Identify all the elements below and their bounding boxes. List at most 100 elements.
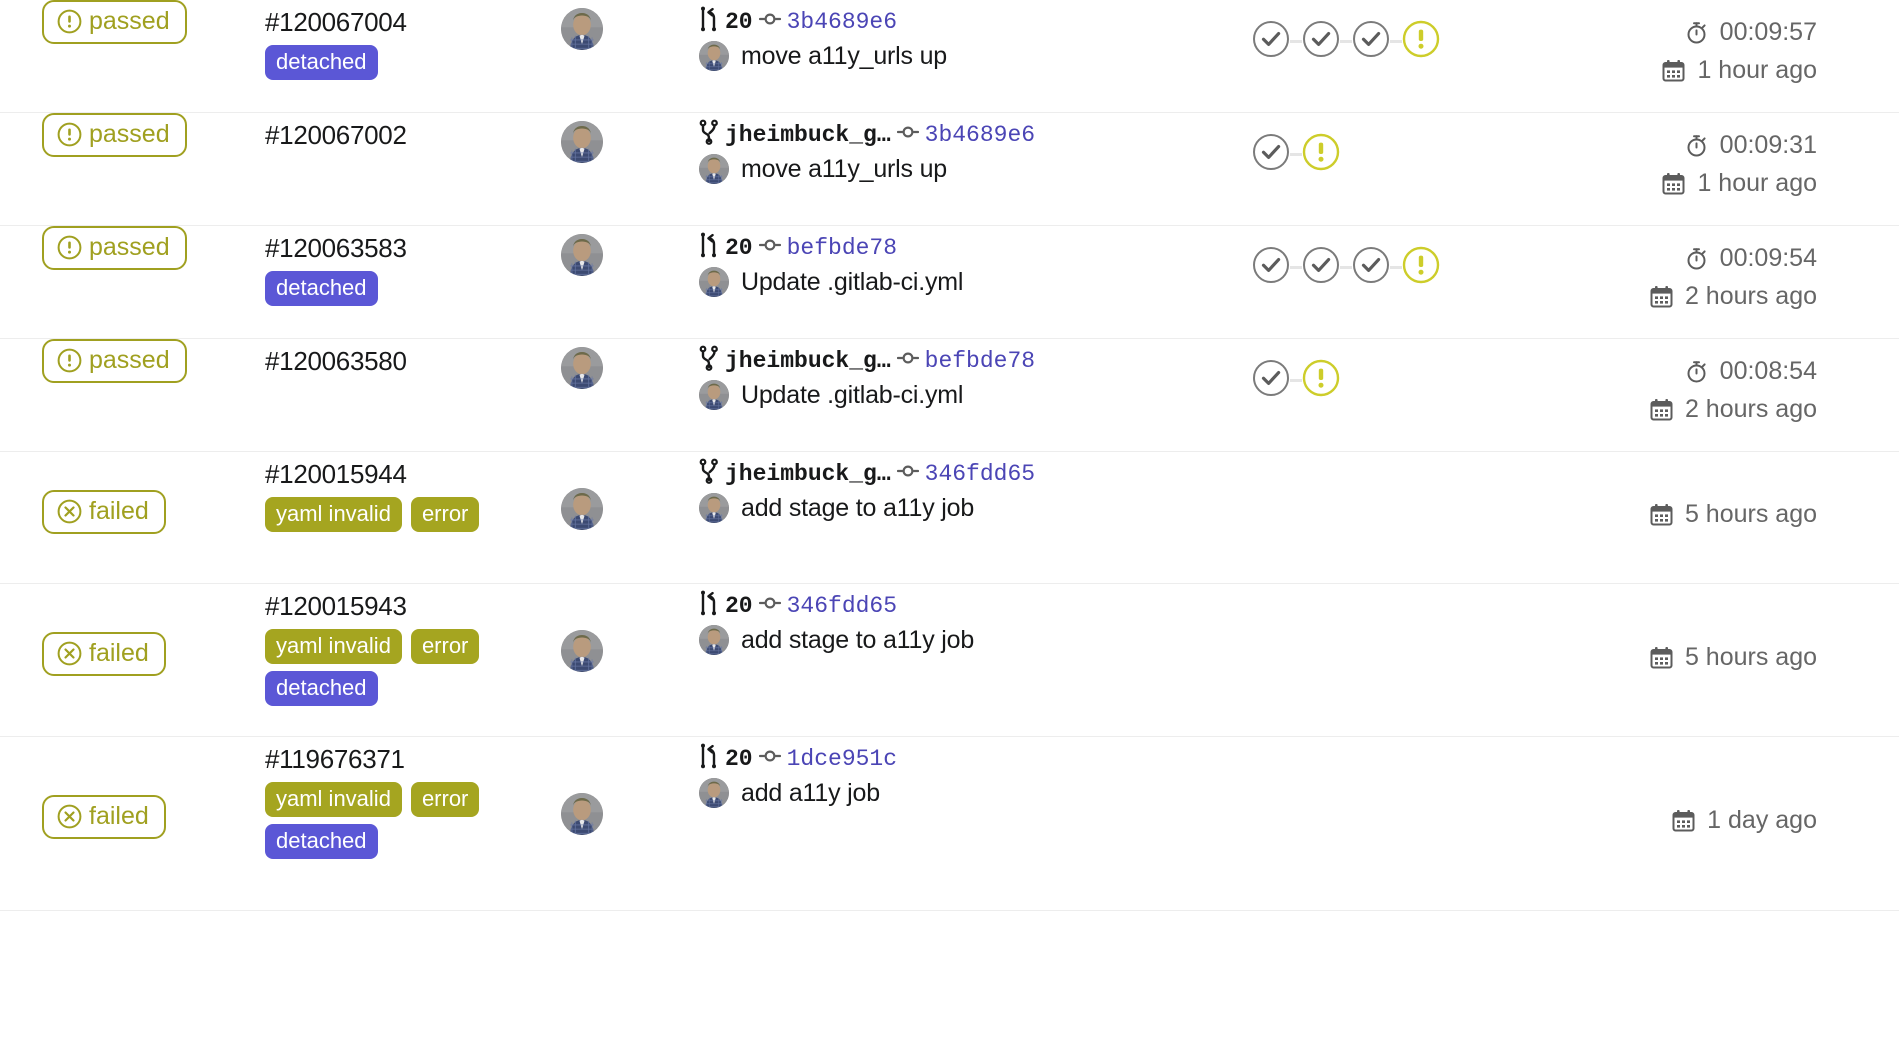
finished-line: 2 hours ago <box>1547 278 1817 316</box>
timing-cell: 1 day ago <box>1547 737 1899 840</box>
pipeline-id-link[interactable]: #120015943 <box>265 591 407 621</box>
status-badge[interactable]: failed <box>42 490 166 534</box>
ref-link[interactable]: 20 <box>725 9 753 35</box>
duration-text: 00:09:31 <box>1720 127 1817 165</box>
avatar[interactable] <box>561 121 603 163</box>
pipeline-id-cell: #120015943 yaml invalid error detached <box>265 584 509 706</box>
stage-connector <box>1290 266 1302 269</box>
stage-status-success-icon[interactable] <box>1252 246 1290 289</box>
commit-author-avatar[interactable] <box>699 625 729 655</box>
pipeline-id-link[interactable]: #120063580 <box>265 346 407 376</box>
pipeline-tag[interactable]: detached <box>265 824 378 859</box>
stage-connector <box>1390 266 1402 269</box>
stage-status-success-icon[interactable] <box>1352 20 1390 63</box>
table-row[interactable]: passed #120063580 <box>0 339 1899 452</box>
pipeline-id-link[interactable]: #119676371 <box>265 744 405 774</box>
finished-text: 1 hour ago <box>1697 165 1817 203</box>
ref-link[interactable]: 20 <box>725 235 753 261</box>
stage-status-success-icon[interactable] <box>1302 246 1340 289</box>
finished-text: 2 hours ago <box>1685 391 1817 429</box>
ref-link[interactable]: 20 <box>725 746 753 772</box>
commit-author-avatar[interactable] <box>699 267 729 297</box>
stage-status-warning-icon[interactable] <box>1302 359 1340 402</box>
commit-title-link[interactable]: add a11y job <box>741 779 880 808</box>
stages <box>1252 20 1440 63</box>
table-row[interactable]: passed #120067002 <box>0 113 1899 226</box>
avatar[interactable] <box>561 488 603 530</box>
commit-title-link[interactable]: move a11y_urls up <box>741 155 947 184</box>
status-badge[interactable]: passed <box>42 113 187 157</box>
calendar-icon <box>1650 503 1673 526</box>
ref-link[interactable]: jheimbuck_g… <box>725 461 891 487</box>
commit-title-link[interactable]: Update .gitlab-ci.yml <box>741 381 963 410</box>
stages-cell <box>1127 339 1547 402</box>
commit-author-avatar[interactable] <box>699 154 729 184</box>
commit-sha-link[interactable]: 346fdd65 <box>925 461 1035 487</box>
pipeline-tag[interactable]: error <box>411 782 479 817</box>
finished-text: 1 hour ago <box>1697 52 1817 90</box>
ref-link[interactable]: jheimbuck_g… <box>725 122 891 148</box>
avatar[interactable] <box>561 630 603 672</box>
calendar-icon <box>1650 285 1673 308</box>
stage-status-warning-icon[interactable] <box>1402 246 1440 289</box>
pipeline-tag[interactable]: error <box>411 497 479 532</box>
stage-status-success-icon[interactable] <box>1252 133 1290 176</box>
pipeline-id-link[interactable]: #120067004 <box>265 7 407 37</box>
pipeline-tag[interactable]: yaml invalid <box>265 497 402 532</box>
avatar[interactable] <box>561 8 603 50</box>
triggerer-cell <box>509 0 699 50</box>
commit-title-line: add stage to a11y job <box>699 625 1127 655</box>
pipeline-tag[interactable]: detached <box>265 271 378 306</box>
status-badge[interactable]: passed <box>42 0 187 44</box>
commit-title-link[interactable]: add stage to a11y job <box>741 626 974 655</box>
status-badge[interactable]: failed <box>42 795 166 839</box>
avatar[interactable] <box>561 347 603 389</box>
avatar[interactable] <box>561 234 603 276</box>
commit-sha-link[interactable]: befbde78 <box>787 235 897 261</box>
pipeline-tag[interactable]: yaml invalid <box>265 629 402 664</box>
stage-status-success-icon[interactable] <box>1302 20 1340 63</box>
pipeline-tag[interactable]: error <box>411 629 479 664</box>
commit-author-avatar[interactable] <box>699 380 729 410</box>
table-row[interactable]: failed #120015944 yaml invalid error <box>0 452 1899 584</box>
stage-status-success-icon[interactable] <box>1252 359 1290 402</box>
status-badge[interactable]: passed <box>42 226 187 270</box>
commit-sha-link[interactable]: 3b4689e6 <box>925 122 1035 148</box>
ref-link[interactable]: jheimbuck_g… <box>725 348 891 374</box>
commit-sha-link[interactable]: 3b4689e6 <box>787 9 897 35</box>
table-row[interactable]: passed #120067004 detached <box>0 0 1899 113</box>
table-row[interactable]: failed #120015943 yaml invalid error detac… <box>0 584 1899 737</box>
merge-request-icon <box>699 743 719 774</box>
commit-author-avatar[interactable] <box>699 778 729 808</box>
commit-title-link[interactable]: add stage to a11y job <box>741 494 974 523</box>
status-badge[interactable]: failed <box>42 632 166 676</box>
stage-status-warning-icon[interactable] <box>1402 20 1440 63</box>
pipeline-id-link[interactable]: #120063583 <box>265 233 407 263</box>
commit-sha-link[interactable]: 346fdd65 <box>787 593 897 619</box>
ref-link[interactable]: 20 <box>725 593 753 619</box>
pipeline-tags: detached <box>265 271 480 306</box>
commit-author-avatar[interactable] <box>699 41 729 71</box>
commit-title-link[interactable]: move a11y_urls up <box>741 42 947 71</box>
pipeline-tag[interactable]: detached <box>265 671 378 706</box>
pipeline-tag[interactable]: yaml invalid <box>265 782 402 817</box>
avatar[interactable] <box>561 793 603 835</box>
commit-author-avatar[interactable] <box>699 493 729 523</box>
stage-status-success-icon[interactable] <box>1252 20 1290 63</box>
status-badge[interactable]: passed <box>42 339 187 383</box>
stage-status-success-icon[interactable] <box>1352 246 1390 289</box>
pipeline-id-link[interactable]: #120067002 <box>265 120 407 150</box>
stage-status-warning-icon[interactable] <box>1302 133 1340 176</box>
commit-icon <box>759 747 781 770</box>
finished-text: 2 hours ago <box>1685 278 1817 316</box>
timing-cell: 00:09:31 1 hour ago <box>1547 113 1899 202</box>
pipeline-tag[interactable]: detached <box>265 45 378 80</box>
commit-title-link[interactable]: Update .gitlab-ci.yml <box>741 268 963 297</box>
table-row[interactable]: failed #119676371 yaml invalid error detac… <box>0 737 1899 911</box>
commit-sha-link[interactable]: befbde78 <box>925 348 1035 374</box>
commit-sha-link[interactable]: 1dce951c <box>787 746 897 772</box>
table-row[interactable]: passed #120063583 detached <box>0 226 1899 339</box>
finished-line: 1 hour ago <box>1547 165 1817 203</box>
pipeline-id-link[interactable]: #120015944 <box>265 459 407 489</box>
commit-icon <box>897 462 919 485</box>
